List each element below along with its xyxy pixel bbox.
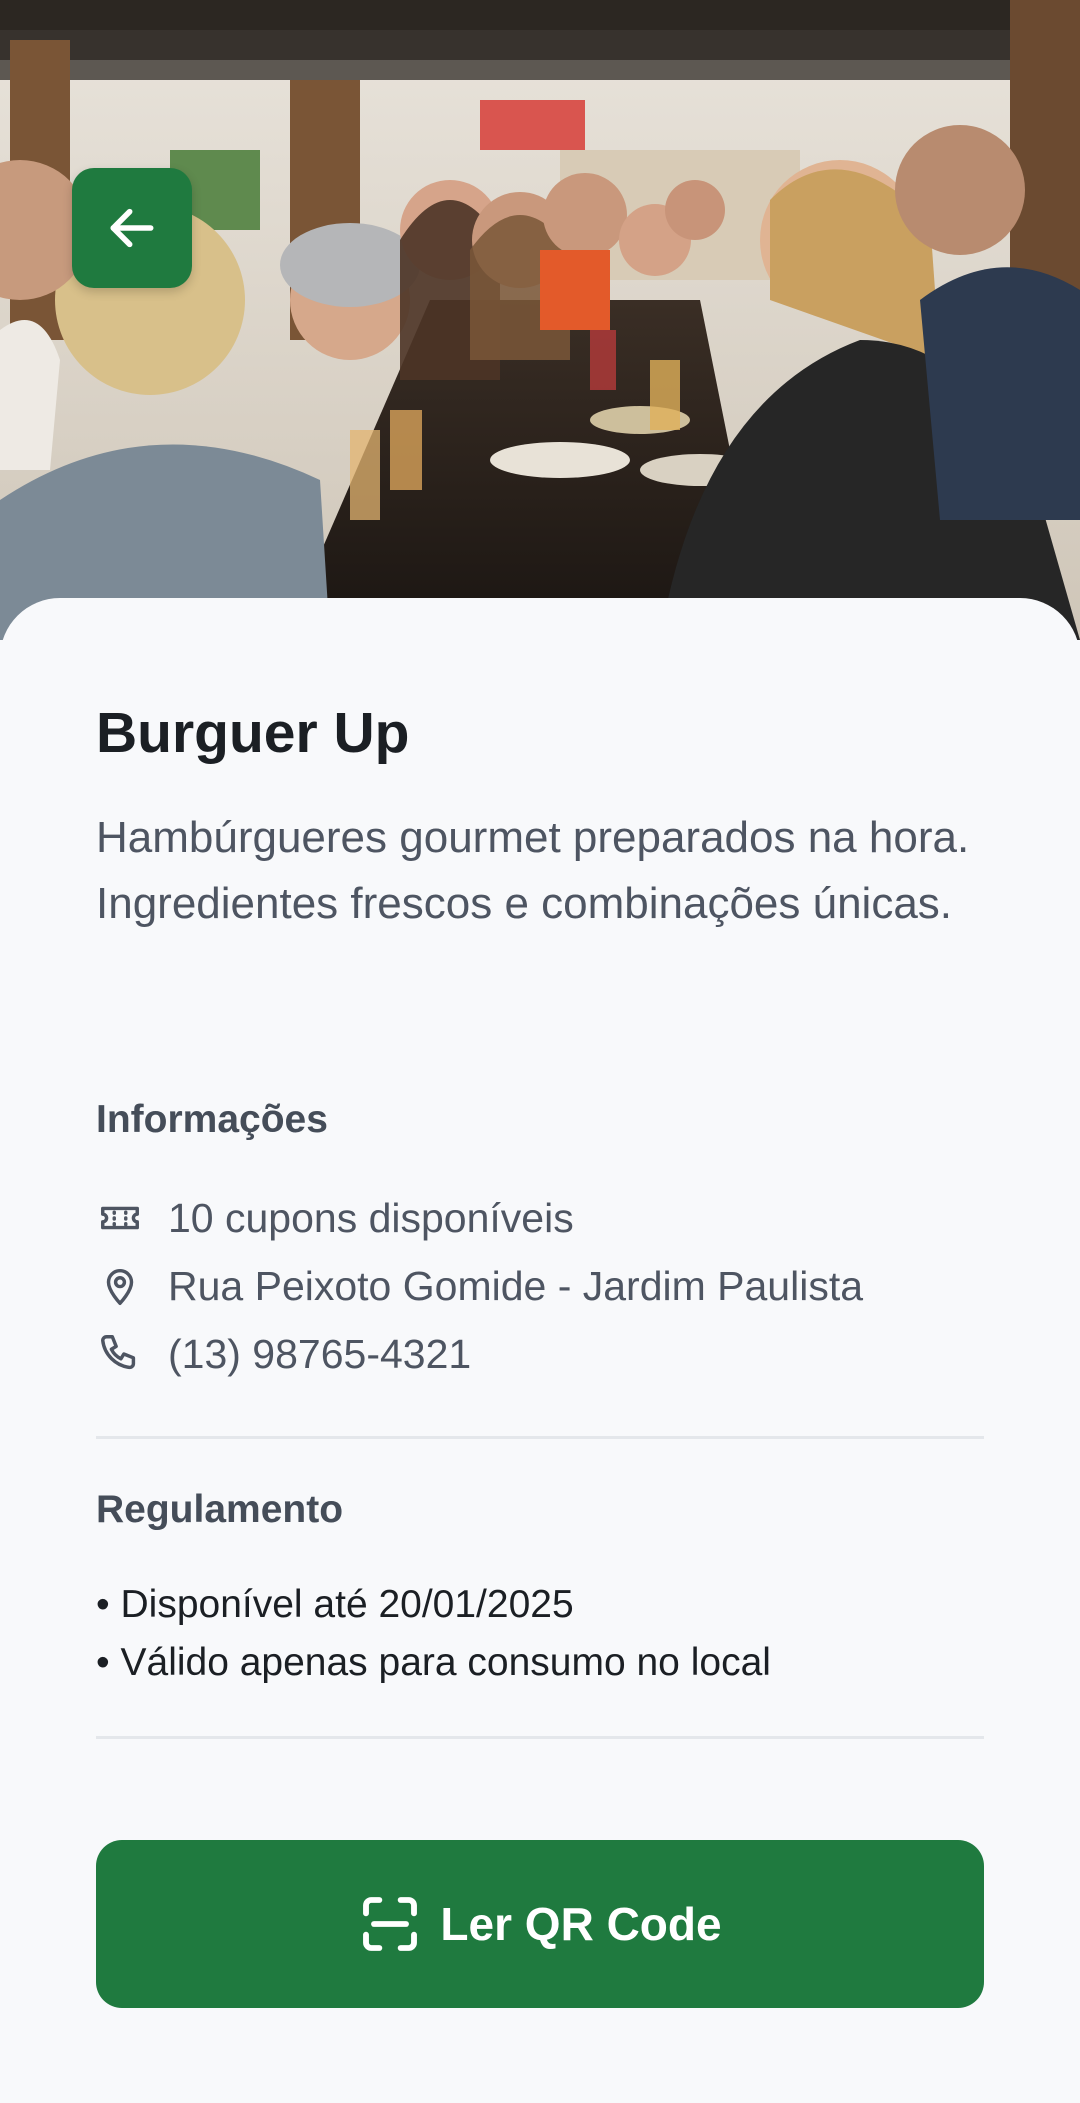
address-text: Rua Peixoto Gomide - Jardim Paulista: [168, 1262, 864, 1309]
phone-text: (13) 98765-4321: [168, 1330, 472, 1377]
address-row: Rua Peixoto Gomide - Jardim Paulista: [96, 1256, 863, 1316]
rule-item: • Disponível até 20/01/2025: [96, 1583, 574, 1626]
divider: [96, 1736, 984, 1739]
phone-icon: [96, 1330, 144, 1378]
phone-row: (13) 98765-4321: [96, 1324, 471, 1384]
restaurant-description: Hambúrgueres gourmet preparados na hora.…: [96, 813, 970, 928]
read-qr-code-button[interactable]: Ler QR Code: [96, 1840, 984, 2008]
divider: [96, 1436, 984, 1439]
map-pin-icon: [96, 1262, 144, 1310]
scan-icon: [363, 1897, 418, 1951]
info-heading: Informações: [96, 1098, 328, 1141]
rules-heading: Regulamento: [96, 1488, 344, 1531]
hero-image: [0, 0, 1080, 640]
restaurant-name: Burguer Up: [96, 701, 410, 765]
coupons-row: 10 cupons disponíveis: [96, 1188, 574, 1248]
back-button[interactable]: [72, 168, 192, 288]
arrow-left-icon: [110, 208, 154, 248]
ticket-icon: [96, 1194, 144, 1242]
rule-item: • Válido apenas para consumo no local: [96, 1641, 771, 1684]
read-qr-code-label: Ler QR Code: [440, 1898, 722, 1950]
coupons-text: 10 cupons disponíveis: [168, 1194, 574, 1241]
